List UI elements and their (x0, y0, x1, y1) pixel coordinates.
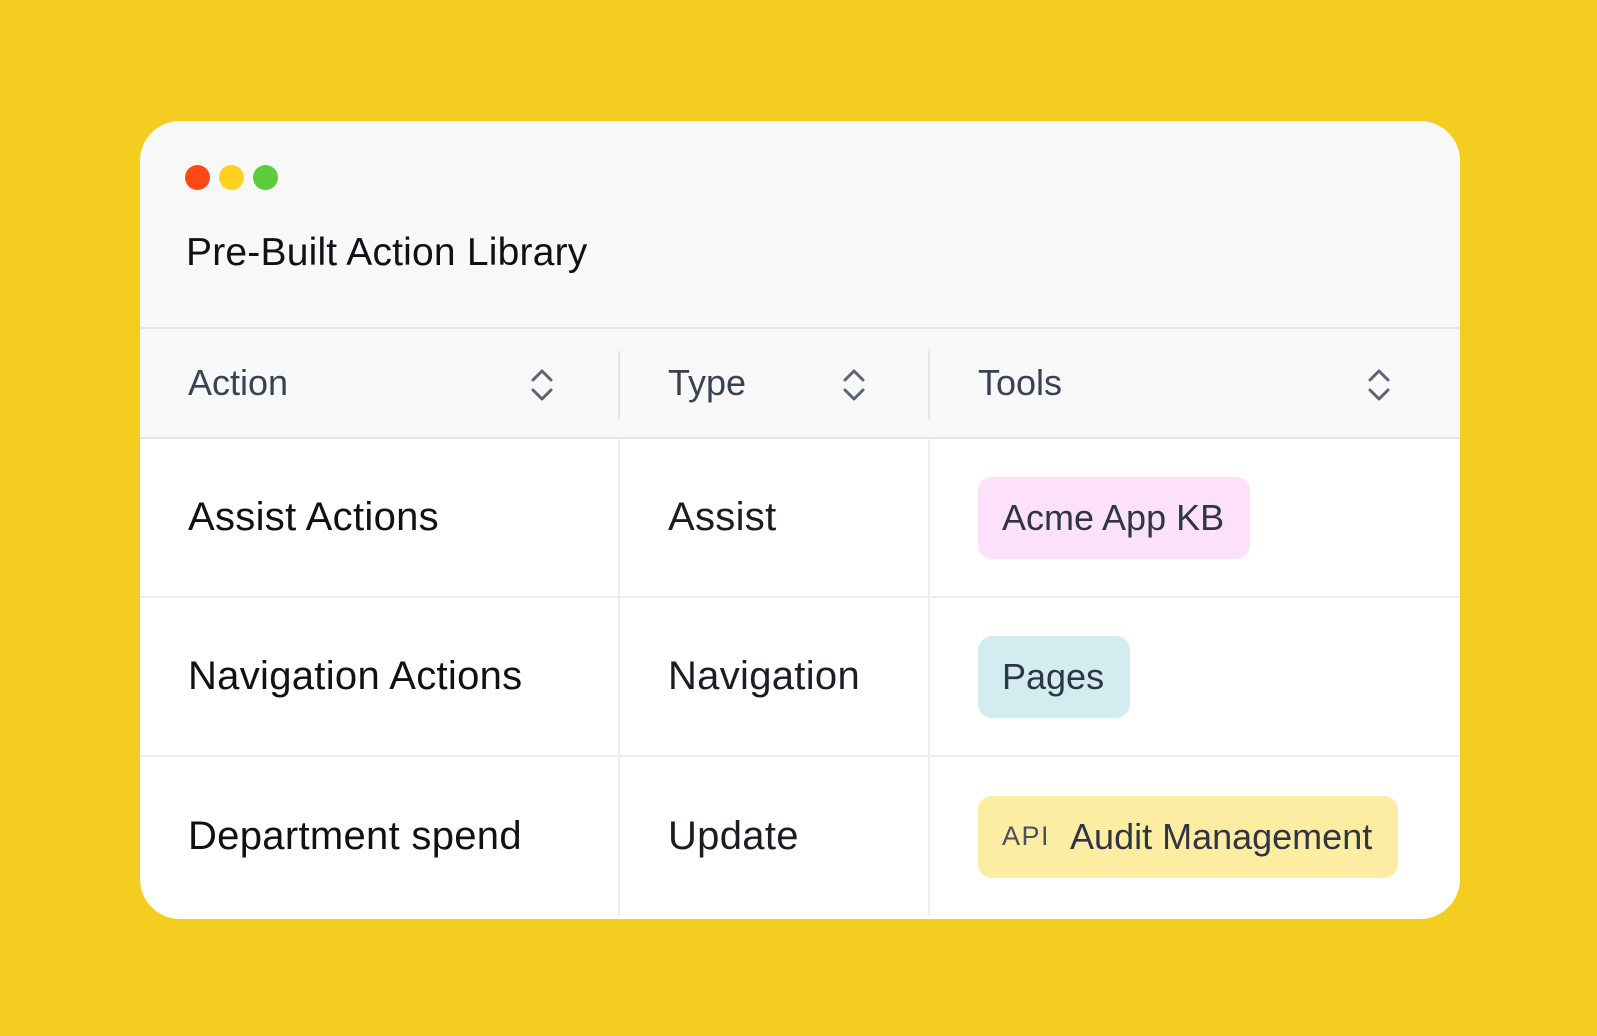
action-type: Navigation (668, 654, 861, 698)
app-window: Pre-Built Action Library Action Type Too… (140, 121, 1460, 919)
sort-icon[interactable] (1367, 367, 1391, 403)
action-name: Navigation Actions (188, 654, 523, 698)
action-type: Assist (668, 495, 777, 539)
tool-tag-label: Acme App KB (1002, 496, 1225, 538)
cell-type: Navigation (620, 598, 930, 755)
action-type: Update (668, 814, 799, 858)
page-title: Pre-Built Action Library (186, 231, 588, 274)
table-body: Assist Actions Assist Acme App KB Naviga… (140, 439, 1460, 916)
tool-tag-label: Audit Management (1070, 815, 1373, 857)
column-header-label: Tools (978, 362, 1063, 403)
column-header-action[interactable]: Action (140, 329, 620, 437)
window-titlebar: Pre-Built Action Library (140, 121, 1460, 329)
cell-tools: API Audit Management (930, 757, 1460, 916)
action-name: Department spend (188, 814, 522, 858)
cell-action: Assist Actions (140, 439, 620, 596)
column-header-label: Type (668, 362, 747, 403)
table-row[interactable]: Assist Actions Assist Acme App KB (140, 439, 1460, 598)
table-header: Action Type Tools (140, 329, 1460, 439)
tool-tag[interactable]: Acme App KB (978, 476, 1251, 559)
sort-icon[interactable] (842, 367, 866, 403)
table-row[interactable]: Navigation Actions Navigation Pages (140, 598, 1460, 757)
cell-action: Navigation Actions (140, 598, 620, 755)
cell-type: Update (620, 757, 930, 916)
cell-action: Department spend (140, 757, 620, 916)
tool-tag[interactable]: Pages (978, 635, 1131, 718)
action-name: Assist Actions (188, 495, 439, 539)
cell-tools: Acme App KB (930, 439, 1460, 596)
minimize-button[interactable] (219, 165, 244, 190)
cell-tools: Pages (930, 598, 1460, 755)
tool-tag-label: Pages (1002, 655, 1105, 697)
cell-type: Assist (620, 439, 930, 596)
maximize-button[interactable] (253, 165, 278, 190)
tool-tag[interactable]: API Audit Management (978, 795, 1399, 878)
tool-tag-prefix: API (1002, 821, 1051, 851)
window-controls (185, 165, 278, 190)
column-header-label: Action (188, 362, 289, 403)
sort-icon[interactable] (530, 367, 554, 403)
column-header-type[interactable]: Type (620, 329, 930, 437)
column-header-tools[interactable]: Tools (930, 329, 1460, 437)
close-button[interactable] (185, 165, 210, 190)
table-row[interactable]: Department spend Update API Audit Manage… (140, 757, 1460, 916)
